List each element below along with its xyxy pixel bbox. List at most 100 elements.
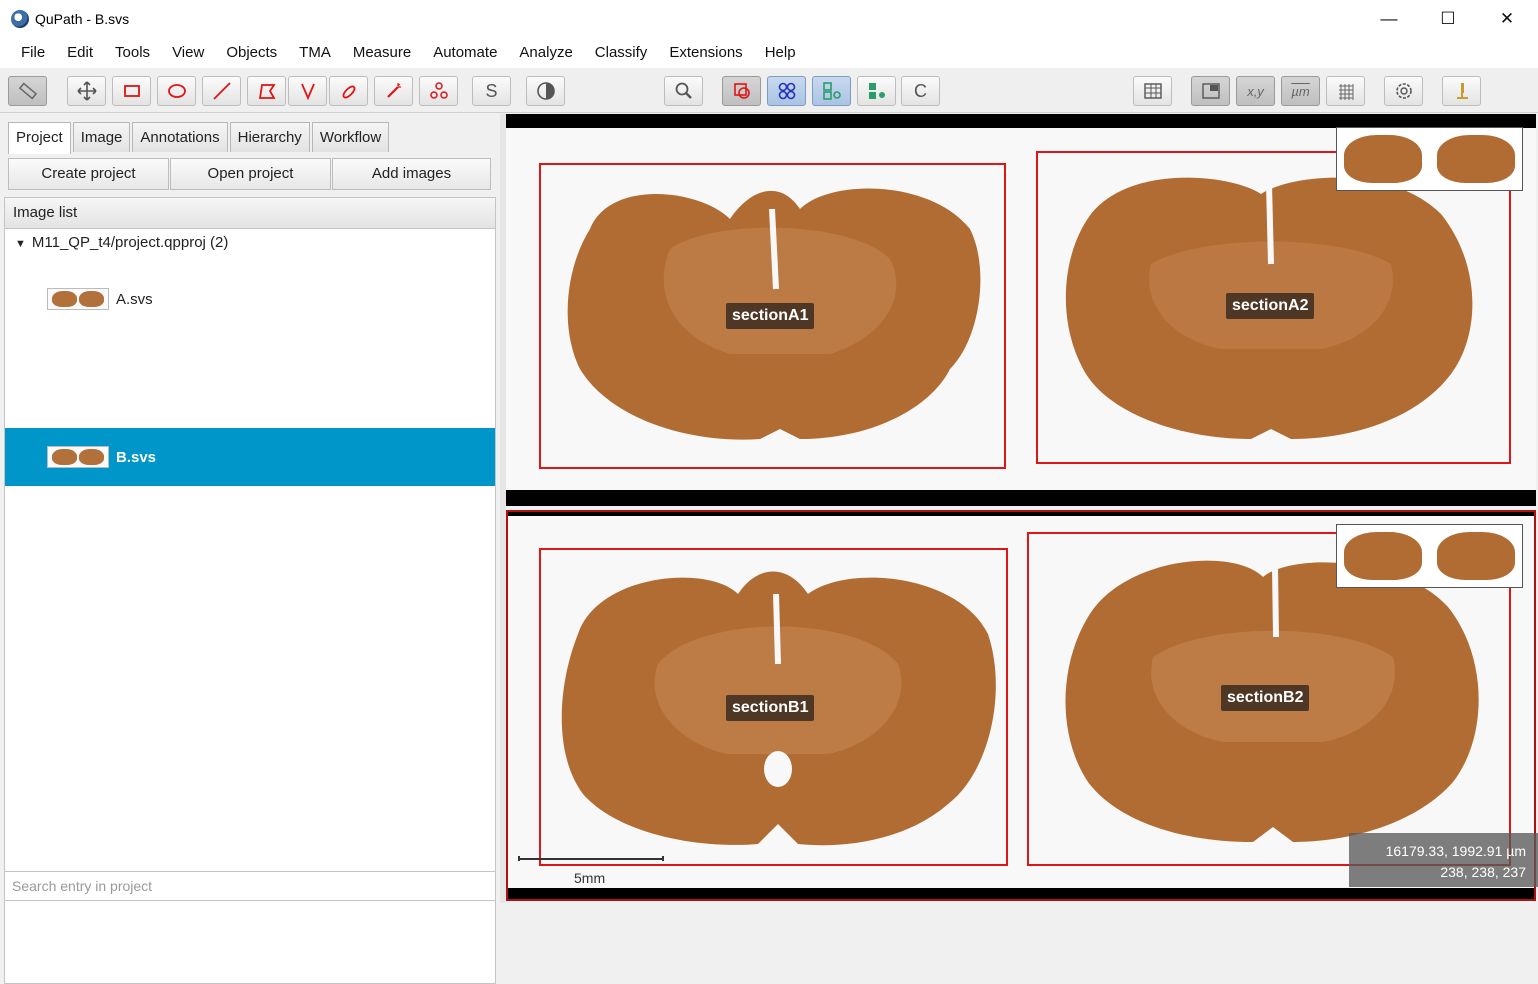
menu-file[interactable]: File bbox=[10, 38, 56, 68]
move-tool-button[interactable] bbox=[67, 76, 106, 106]
show-scalebar-button[interactable]: µm bbox=[1281, 76, 1320, 106]
zoom-to-fit-button[interactable] bbox=[664, 76, 703, 106]
table-icon bbox=[1143, 83, 1162, 99]
polyline-tool-button[interactable] bbox=[288, 76, 327, 106]
polyline-icon bbox=[300, 83, 315, 101]
menu-automate[interactable]: Automate bbox=[422, 38, 508, 68]
show-grid-button[interactable] bbox=[1326, 76, 1365, 106]
image-list-item-a[interactable]: A.svs bbox=[5, 270, 495, 328]
project-tree-root[interactable]: ▼ M11_QP_t4/project.qpproj (2) bbox=[15, 234, 228, 251]
qupath-logo-icon bbox=[11, 9, 29, 28]
minimize-button[interactable]: — bbox=[1360, 0, 1418, 38]
add-images-button[interactable]: Add images bbox=[332, 158, 491, 190]
brush-icon bbox=[342, 85, 355, 99]
wand-icon bbox=[386, 83, 401, 98]
menu-tools[interactable]: Tools bbox=[104, 38, 161, 68]
menu-measure[interactable]: Measure bbox=[342, 38, 422, 68]
show-detections-button[interactable] bbox=[812, 76, 851, 106]
menu-help[interactable]: Help bbox=[754, 38, 807, 68]
scale-bar bbox=[518, 856, 664, 861]
grid-icon bbox=[1338, 84, 1353, 100]
ellipse-icon bbox=[167, 84, 186, 98]
brush-tool-button[interactable] bbox=[329, 76, 368, 106]
log-button[interactable] bbox=[1442, 76, 1481, 106]
close-button[interactable]: ✕ bbox=[1478, 0, 1536, 38]
cursor-location-readout: 16179.33, 1992.91 µm 238, 238, 237 bbox=[1349, 833, 1538, 887]
menu-objects[interactable]: Objects bbox=[215, 38, 288, 68]
menu-analyze[interactable]: Analyze bbox=[508, 38, 583, 68]
pixel-rgb-value: 238, 238, 237 bbox=[1440, 864, 1526, 880]
rectangle-tool-button[interactable] bbox=[112, 76, 151, 106]
rectangle-icon bbox=[123, 85, 140, 97]
measurement-table-button[interactable] bbox=[1133, 76, 1172, 106]
tab-workflow[interactable]: Workflow bbox=[311, 122, 390, 152]
points-icon bbox=[429, 82, 448, 99]
scale-bar-label: 5mm bbox=[574, 870, 606, 886]
menu-edit[interactable]: Edit bbox=[56, 38, 104, 68]
overview-icon bbox=[1201, 83, 1220, 99]
image-list-item-b[interactable]: B.svs bbox=[5, 428, 495, 486]
tab-hierarchy[interactable]: Hierarchy bbox=[229, 122, 310, 152]
image-thumbnail bbox=[47, 288, 109, 310]
image-list-header[interactable]: Image list bbox=[4, 197, 496, 229]
overview-thumbnail-top[interactable] bbox=[1336, 127, 1523, 191]
create-project-button[interactable]: Create project bbox=[8, 158, 169, 190]
search-input[interactable]: Search entry in project bbox=[4, 871, 496, 901]
selection-mode-button[interactable]: S bbox=[472, 76, 511, 106]
tab-annotations[interactable]: Annotations bbox=[132, 122, 228, 152]
fill-detections-button[interactable] bbox=[857, 76, 896, 106]
viewer-border-bottom bbox=[508, 888, 1534, 899]
fill-detections-icon bbox=[868, 83, 885, 99]
wand-tool-button[interactable] bbox=[374, 76, 413, 106]
show-tma-grid-button[interactable] bbox=[767, 76, 806, 106]
show-overview-button[interactable] bbox=[1191, 76, 1230, 106]
ellipse-tool-button[interactable] bbox=[157, 76, 196, 106]
left-panel: Project Image Annotations Hierarchy Work… bbox=[0, 114, 500, 984]
image-thumbnail bbox=[47, 446, 109, 468]
preferences-button[interactable] bbox=[1384, 76, 1423, 106]
open-project-button[interactable]: Open project bbox=[170, 158, 331, 190]
show-cells-button[interactable]: C bbox=[901, 76, 940, 106]
toolbar: S C x,y µm bbox=[0, 68, 1538, 168]
menu-tma[interactable]: TMA bbox=[288, 38, 342, 68]
window-title: QuPath - B.svs bbox=[35, 10, 130, 27]
line-icon bbox=[212, 82, 231, 100]
annotation-label-b2: sectionB2 bbox=[1221, 685, 1310, 711]
cursor-coords: 16179.33, 1992.91 µm bbox=[1385, 843, 1526, 859]
line-tool-button[interactable] bbox=[202, 76, 241, 106]
show-location-button[interactable]: x,y bbox=[1236, 76, 1275, 106]
image-name: A.svs bbox=[116, 290, 153, 308]
menu-view[interactable]: View bbox=[161, 38, 215, 68]
microscope-icon bbox=[1456, 83, 1468, 99]
show-annotations-button[interactable] bbox=[722, 76, 761, 106]
overview-thumbnail-bottom[interactable] bbox=[1336, 524, 1523, 588]
points-tool-button[interactable] bbox=[419, 76, 458, 106]
viewer-top[interactable]: sectionA1 sectionA2 bbox=[506, 114, 1536, 506]
move-icon bbox=[76, 81, 97, 101]
viewer-border-top bbox=[506, 114, 1536, 128]
project-name: M11_QP_t4/project.qpproj (2) bbox=[31, 234, 229, 251]
image-name: B.svs bbox=[116, 448, 157, 466]
tab-project[interactable]: Project bbox=[8, 122, 71, 154]
polygon-tool-button[interactable] bbox=[247, 76, 286, 106]
menu-classify[interactable]: Classify bbox=[584, 38, 659, 68]
maximize-button[interactable]: ☐ bbox=[1419, 0, 1477, 38]
title-bar: QuPath - B.svs — ☐ ✕ bbox=[0, 0, 1538, 38]
annotations-icon bbox=[733, 83, 750, 99]
panel-tabs: Project Image Annotations Hierarchy Work… bbox=[8, 122, 391, 154]
gear-icon bbox=[1395, 83, 1412, 99]
brightness-contrast-button[interactable] bbox=[526, 76, 565, 106]
menu-extensions[interactable]: Extensions bbox=[658, 38, 753, 68]
contrast-icon bbox=[536, 82, 555, 100]
tma-grid-icon bbox=[778, 82, 795, 100]
annotation-label-a2: sectionA2 bbox=[1226, 293, 1315, 319]
viewer-border-top bbox=[508, 512, 1534, 516]
tab-image[interactable]: Image bbox=[72, 122, 131, 152]
expand-caret-icon[interactable]: ▼ bbox=[15, 238, 26, 250]
ruler-icon bbox=[18, 82, 37, 100]
ruler-tool-button[interactable] bbox=[8, 76, 47, 106]
polygon-icon bbox=[258, 84, 276, 99]
viewer-border-bottom bbox=[506, 490, 1536, 506]
annotation-label-a1: sectionA1 bbox=[726, 303, 815, 329]
detections-icon bbox=[822, 82, 841, 100]
